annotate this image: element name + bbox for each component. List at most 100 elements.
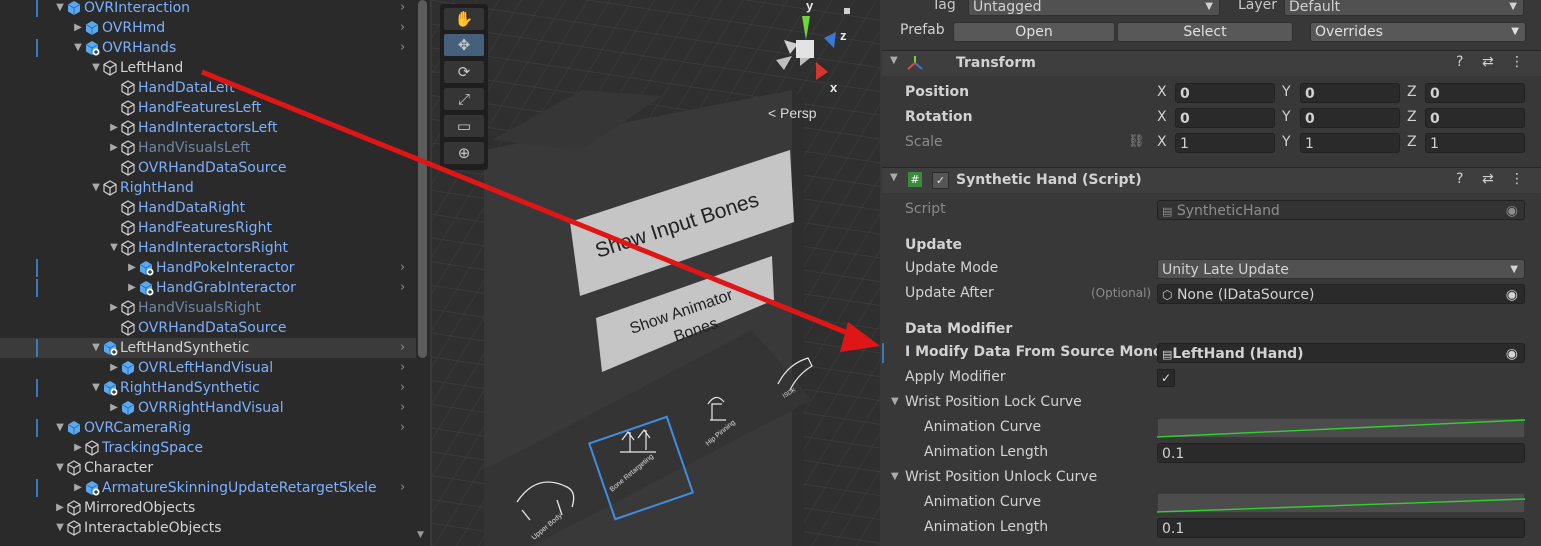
hierarchy-row[interactable]: ▶ OVRLeftHandVisual › [0, 358, 416, 378]
hierarchy-row[interactable]: ▼ HandInteractorsRight [0, 238, 416, 258]
rotation-y-input[interactable]: 0 [1300, 108, 1400, 128]
hierarchy-scrollbar-thumb[interactable] [418, 0, 427, 358]
hierarchy-row[interactable]: ▼ Character [0, 458, 416, 478]
hierarchy-row[interactable]: ▼ OVRInteraction › [0, 0, 416, 18]
position-x-axis-label[interactable]: X [1157, 84, 1167, 100]
scale-tool-icon[interactable]: ⤢ [444, 88, 484, 110]
position-y-input[interactable]: 0 [1300, 83, 1400, 103]
chevron-right-icon[interactable]: › [400, 278, 405, 298]
lock-animation-curve-field[interactable] [1157, 418, 1525, 438]
more-menu-icon[interactable]: ⋮ [1510, 54, 1524, 70]
apply-modifier-checkbox[interactable]: ✓ [1157, 369, 1175, 387]
chevron-right-icon[interactable]: › [400, 0, 405, 18]
position-z-input[interactable]: 0 [1425, 83, 1525, 103]
rotation-x-axis-label[interactable]: X [1157, 109, 1167, 125]
hierarchy-row[interactable]: ▼ LeftHand [0, 58, 416, 78]
scale-x-axis-label[interactable]: X [1157, 134, 1167, 150]
chevron-right-icon[interactable]: › [400, 398, 405, 418]
hierarchy-row-selected[interactable]: ▼ LeftHandSynthetic › [0, 338, 416, 358]
lock-animation-length-input[interactable]: 0.1 [1157, 443, 1525, 463]
foldout-down-icon[interactable]: ▼ [54, 458, 66, 478]
foldout-down-icon[interactable]: ▼ [72, 38, 84, 58]
hierarchy-row[interactable]: ▼ InteractableObjects [0, 518, 416, 538]
presets-icon[interactable]: ⇄ [1482, 54, 1494, 70]
foldout-down-icon[interactable]: ▼ [108, 238, 120, 258]
chevron-right-icon[interactable]: › [400, 478, 405, 498]
rotation-y-axis-label[interactable]: Y [1282, 109, 1291, 125]
hierarchy-row[interactable]: ▶ HandInteractorsLeft [0, 118, 416, 138]
constrain-proportions-icon[interactable]: ⛓ [1128, 134, 1145, 149]
hierarchy-row[interactable]: ▶ HandVisualsRight [0, 298, 416, 318]
foldout-right-icon[interactable]: ▶ [126, 258, 138, 278]
hierarchy-row[interactable]: ▶ OVRHmd › [0, 18, 416, 38]
hierarchy-scrollbar[interactable]: ▼ [416, 0, 430, 546]
rotation-x-input[interactable]: 0 [1175, 108, 1275, 128]
chevron-right-icon[interactable]: › [400, 18, 405, 38]
unlock-animation-curve-field[interactable] [1157, 493, 1525, 513]
chevron-right-icon[interactable]: › [400, 358, 405, 378]
hand-tool-icon[interactable]: ✋ [444, 8, 484, 30]
help-icon[interactable]: ? [1456, 171, 1463, 187]
foldout-right-icon[interactable]: ▶ [108, 118, 120, 138]
hierarchy-row[interactable]: ▶ ArmatureSkinningUpdateRetargetSkele › [0, 478, 416, 498]
foldout-right-icon[interactable]: ▶ [108, 138, 120, 158]
foldout-down-icon[interactable]: ▼ [54, 518, 66, 538]
foldout-right-icon[interactable]: ▶ [72, 438, 84, 458]
scroll-down-arrow-icon[interactable]: ▼ [417, 530, 424, 540]
foldout-down-icon[interactable]: ▼ [890, 172, 898, 183]
position-x-input[interactable]: 0 [1175, 83, 1275, 103]
modify-data-field[interactable]: ▤LeftHand (Hand) ◉ [1157, 343, 1525, 363]
transform-tool-icon[interactable]: ⊕ [444, 142, 484, 164]
hierarchy-row[interactable]: ▶ OVRRightHandVisual › [0, 398, 416, 418]
hierarchy-row[interactable]: ▶ HandGrabInteractor › [0, 278, 416, 298]
scale-y-axis-label[interactable]: Y [1282, 134, 1291, 150]
foldout-right-icon[interactable]: ▶ [108, 398, 120, 418]
synthetic-hand-header[interactable]: ▼ # ✓ Synthetic Hand (Script) ? ⇄ ⋮ [882, 167, 1541, 193]
foldout-down-icon[interactable]: ▼ [891, 471, 899, 482]
chevron-right-icon[interactable]: › [400, 338, 405, 358]
chevron-right-icon[interactable]: › [400, 38, 405, 58]
hierarchy-row[interactable]: ▼ OVRCameraRig › [0, 418, 416, 438]
foldout-right-icon[interactable]: ▶ [72, 478, 84, 498]
hierarchy-row[interactable]: HandDataLeft [0, 78, 416, 98]
help-icon[interactable]: ? [1456, 54, 1463, 70]
hierarchy-row[interactable]: ▼ OVRHands › [0, 38, 416, 58]
foldout-down-icon[interactable]: ▼ [90, 58, 102, 78]
transform-header[interactable]: ▼ Transform ? ⇄ ⋮ [882, 50, 1541, 76]
move-tool-icon[interactable]: ✥ [444, 34, 484, 56]
foldout-right-icon[interactable]: ▶ [72, 18, 84, 38]
foldout-down-icon[interactable]: ▼ [890, 55, 898, 66]
rotate-tool-icon[interactable]: ⟳ [444, 61, 484, 83]
prefab-select-button[interactable]: Select [1117, 22, 1293, 42]
hierarchy-row[interactable]: ▼ RightHandSynthetic › [0, 378, 416, 398]
scale-z-input[interactable]: 1 [1425, 133, 1525, 153]
foldout-down-icon[interactable]: ▼ [54, 418, 66, 438]
rotation-z-input[interactable]: 0 [1425, 108, 1525, 128]
foldout-down-icon[interactable]: ▼ [54, 0, 66, 18]
enabled-checkbox[interactable]: ✓ [932, 172, 949, 189]
foldout-right-icon[interactable]: ▶ [54, 498, 66, 518]
foldout-right-icon[interactable]: ▶ [108, 358, 120, 378]
presets-icon[interactable]: ⇄ [1482, 171, 1494, 187]
prefab-overrides-dropdown[interactable]: Overrides ▼ [1310, 22, 1526, 42]
foldout-right-icon[interactable]: ▶ [126, 278, 138, 298]
foldout-down-icon[interactable]: ▼ [90, 178, 102, 198]
prefab-open-button[interactable]: Open [953, 22, 1115, 42]
wrist-lock-label[interactable]: Wrist Position Lock Curve [905, 394, 1082, 410]
update-after-field[interactable]: ⬡ None (IDataSource) ◉ [1157, 284, 1525, 304]
chevron-right-icon[interactable]: › [400, 258, 405, 278]
hierarchy-row[interactable]: HandFeaturesRight [0, 218, 416, 238]
hierarchy-row[interactable]: ▶ HandPokeInteractor › [0, 258, 416, 278]
hierarchy-row[interactable]: HandDataRight [0, 198, 416, 218]
position-z-axis-label[interactable]: Z [1407, 84, 1417, 100]
persp-label[interactable]: Persp [780, 105, 817, 121]
foldout-down-icon[interactable]: ▼ [891, 396, 899, 407]
hierarchy-row[interactable]: ▶ TrackingSpace [0, 438, 416, 458]
wrist-unlock-label[interactable]: Wrist Position Unlock Curve [905, 469, 1097, 485]
hierarchy-row[interactable]: ▼ RightHand [0, 178, 416, 198]
hierarchy-row[interactable]: HandFeaturesLeft [0, 98, 416, 118]
object-picker-icon[interactable]: ◉ [1506, 285, 1518, 303]
object-picker-icon[interactable]: ◉ [1506, 344, 1518, 362]
hierarchy-row[interactable]: OVRHandDataSource [0, 318, 416, 338]
foldout-right-icon[interactable]: ▶ [108, 298, 120, 318]
